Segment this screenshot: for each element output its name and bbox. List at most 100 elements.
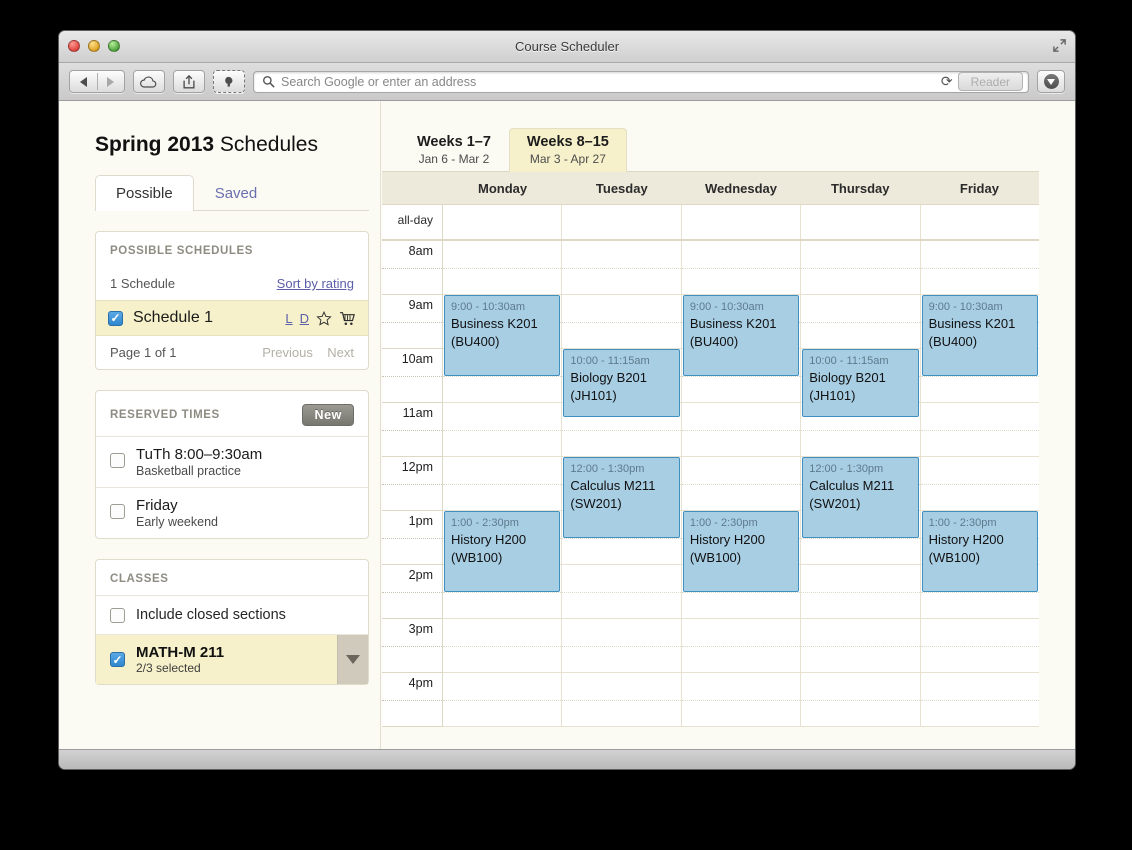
close-button[interactable] [68, 40, 80, 52]
event-location: (SW201) [809, 496, 861, 511]
cart-icon[interactable] [339, 311, 356, 326]
reserved-time-item[interactable]: Friday Early weekend [96, 487, 368, 538]
time-slot[interactable] [443, 619, 562, 673]
day-column-monday[interactable]: 9:00 - 10:30am Business K201 (BU400) 1:00 -… [443, 241, 563, 727]
include-closed-sections-checkbox[interactable] [110, 607, 125, 623]
chevron-down-icon[interactable] [337, 635, 368, 684]
schedule-list-item[interactable]: Schedule 1 L D [96, 300, 368, 336]
possible-schedules-header: POSSIBLE SCHEDULES [110, 245, 254, 257]
day-header-wednesday: Wednesday [705, 181, 778, 196]
reserved-time-checkbox[interactable] [110, 453, 125, 468]
calendar-event[interactable]: 10:00 - 11:15am Biology B201 (JH101) [802, 349, 919, 417]
tab-possible[interactable]: Possible [95, 175, 194, 211]
calendar-event[interactable]: 9:00 - 10:30am Business K201 (BU400) [682, 295, 800, 376]
day-column-tuesday[interactable]: 10:00 - 11:15am Biology B201 (JH101) 12:00 … [562, 241, 682, 727]
time-slot[interactable] [443, 673, 562, 727]
week-tab-dates: Mar 3 - Apr 27 [529, 152, 606, 166]
reserved-time-checkbox[interactable] [110, 504, 125, 519]
time-label: 9am [408, 298, 433, 312]
reserved-time-title: TuTh 8:00–9:30am [136, 446, 263, 463]
time-slot[interactable] [681, 403, 801, 457]
browser-toolbar: Search Google or enter an address ⟳ Read… [59, 63, 1075, 101]
calendar-event[interactable]: 10:00 - 11:15am Biology B201 (JH101) [563, 349, 680, 417]
event-course: History H200 [928, 532, 1004, 547]
time-slot[interactable] [801, 241, 920, 295]
event-course: Biology B201 [570, 370, 648, 385]
time-gutter-hour: 8am [382, 241, 442, 295]
reload-icon[interactable]: ⟳ [936, 73, 958, 90]
reserved-time-item[interactable]: TuTh 8:00–9:30am Basketball practice [96, 436, 368, 487]
star-icon[interactable] [316, 310, 332, 326]
week-tab-8-15[interactable]: Weeks 8–15 Mar 3 - Apr 27 [508, 128, 627, 172]
new-reserved-time-button[interactable]: New [302, 404, 354, 426]
time-slot[interactable] [562, 565, 681, 619]
calendar-event[interactable]: 12:00 - 1:30pm Calculus M211 (SW201) [802, 457, 919, 538]
back-button[interactable] [70, 76, 97, 87]
calendar-event[interactable]: 12:00 - 1:30pm Calculus M211 (SW201) [563, 457, 680, 538]
time-slot[interactable] [443, 457, 562, 511]
all-day-cell-wednesday[interactable] [682, 205, 802, 239]
time-slot[interactable] [562, 241, 681, 295]
time-slot[interactable] [801, 565, 920, 619]
tab-saved[interactable]: Saved [194, 175, 279, 211]
time-slot[interactable] [681, 673, 801, 727]
downloads-button[interactable] [1037, 70, 1065, 93]
extension-button[interactable] [213, 70, 245, 93]
address-bar-placeholder: Search Google or enter an address [281, 74, 477, 89]
time-slot[interactable] [562, 619, 681, 673]
time-slot[interactable] [562, 673, 681, 727]
schedule-checkbox[interactable] [108, 310, 123, 326]
time-slot[interactable] [920, 673, 1040, 727]
event-time: 1:00 - 2:30pm [451, 517, 519, 529]
calendar-event[interactable]: 1:00 - 2:30pm History H200 (WB100) [682, 511, 800, 592]
maximize-button[interactable] [108, 40, 120, 52]
time-slot[interactable] [801, 673, 920, 727]
time-slot[interactable] [920, 619, 1040, 673]
icloud-button[interactable] [133, 70, 165, 93]
time-slot[interactable] [920, 457, 1040, 511]
day-column-wednesday[interactable]: 9:00 - 10:30am Business K201 (BU400) 1:00 -… [681, 241, 802, 727]
time-gutter-hour: 1pm [382, 511, 442, 565]
include-closed-sections-row[interactable]: Include closed sections [96, 595, 368, 634]
address-bar[interactable]: Search Google or enter an address ⟳ Read… [253, 70, 1029, 93]
time-slot[interactable] [681, 619, 801, 673]
day-column-thursday[interactable]: 10:00 - 11:15am Biology B201 (JH101) 12:00 … [801, 241, 921, 727]
time-slot[interactable] [920, 403, 1040, 457]
event-course: Business K201 [689, 316, 777, 331]
fullscreen-icon[interactable] [1052, 38, 1067, 53]
all-day-cell-thursday[interactable] [801, 205, 921, 239]
next-page-button[interactable]: Next [327, 345, 354, 360]
reserved-time-body: TuTh 8:00–9:30am Basketball practice [136, 446, 262, 478]
minimize-button[interactable] [88, 40, 100, 52]
reader-button[interactable]: Reader [957, 72, 1023, 91]
share-button[interactable] [173, 70, 205, 93]
time-slot[interactable] [681, 241, 801, 295]
time-slot[interactable] [681, 457, 801, 511]
reserved-time-subtitle: Basketball practice [136, 464, 241, 478]
all-day-cell-monday[interactable] [443, 205, 563, 239]
time-slot[interactable] [801, 619, 920, 673]
download-icon [1043, 74, 1059, 89]
time-slot[interactable] [562, 295, 681, 349]
schedule-link-d[interactable]: D [300, 311, 309, 326]
class-checkbox[interactable] [110, 652, 125, 667]
forward-button[interactable] [97, 76, 124, 87]
previous-page-button[interactable]: Previous [262, 345, 313, 360]
schedule-link-l[interactable]: L [285, 311, 292, 326]
time-slot[interactable] [920, 241, 1040, 295]
time-slot[interactable] [801, 295, 920, 349]
sort-by-rating-link[interactable]: Sort by rating [277, 276, 354, 291]
calendar-event[interactable]: 9:00 - 10:30am Business K201 (BU400) [444, 295, 561, 376]
day-column-friday[interactable]: 9:00 - 10:30am Business K201 (BU400) 1:00 -… [920, 241, 1040, 727]
calendar-event[interactable]: 9:00 - 10:30am Business K201 (BU400) [921, 295, 1039, 376]
time-slot[interactable] [443, 403, 562, 457]
include-closed-sections-label: Include closed sections [136, 607, 286, 623]
calendar-event[interactable]: 1:00 - 2:30pm History H200 (WB100) [444, 511, 561, 592]
time-slot[interactable] [443, 241, 562, 295]
class-list-item-math-m-211[interactable]: MATH-M 211 2/3 selected [96, 634, 368, 684]
event-location: (BU400) [928, 334, 978, 349]
all-day-cell-friday[interactable] [921, 205, 1039, 239]
calendar-event[interactable]: 1:00 - 2:30pm History H200 (WB100) [921, 511, 1039, 592]
all-day-cell-tuesday[interactable] [562, 205, 682, 239]
week-tab-1-7[interactable]: Weeks 1–7 Jan 6 - Mar 2 [399, 128, 509, 172]
